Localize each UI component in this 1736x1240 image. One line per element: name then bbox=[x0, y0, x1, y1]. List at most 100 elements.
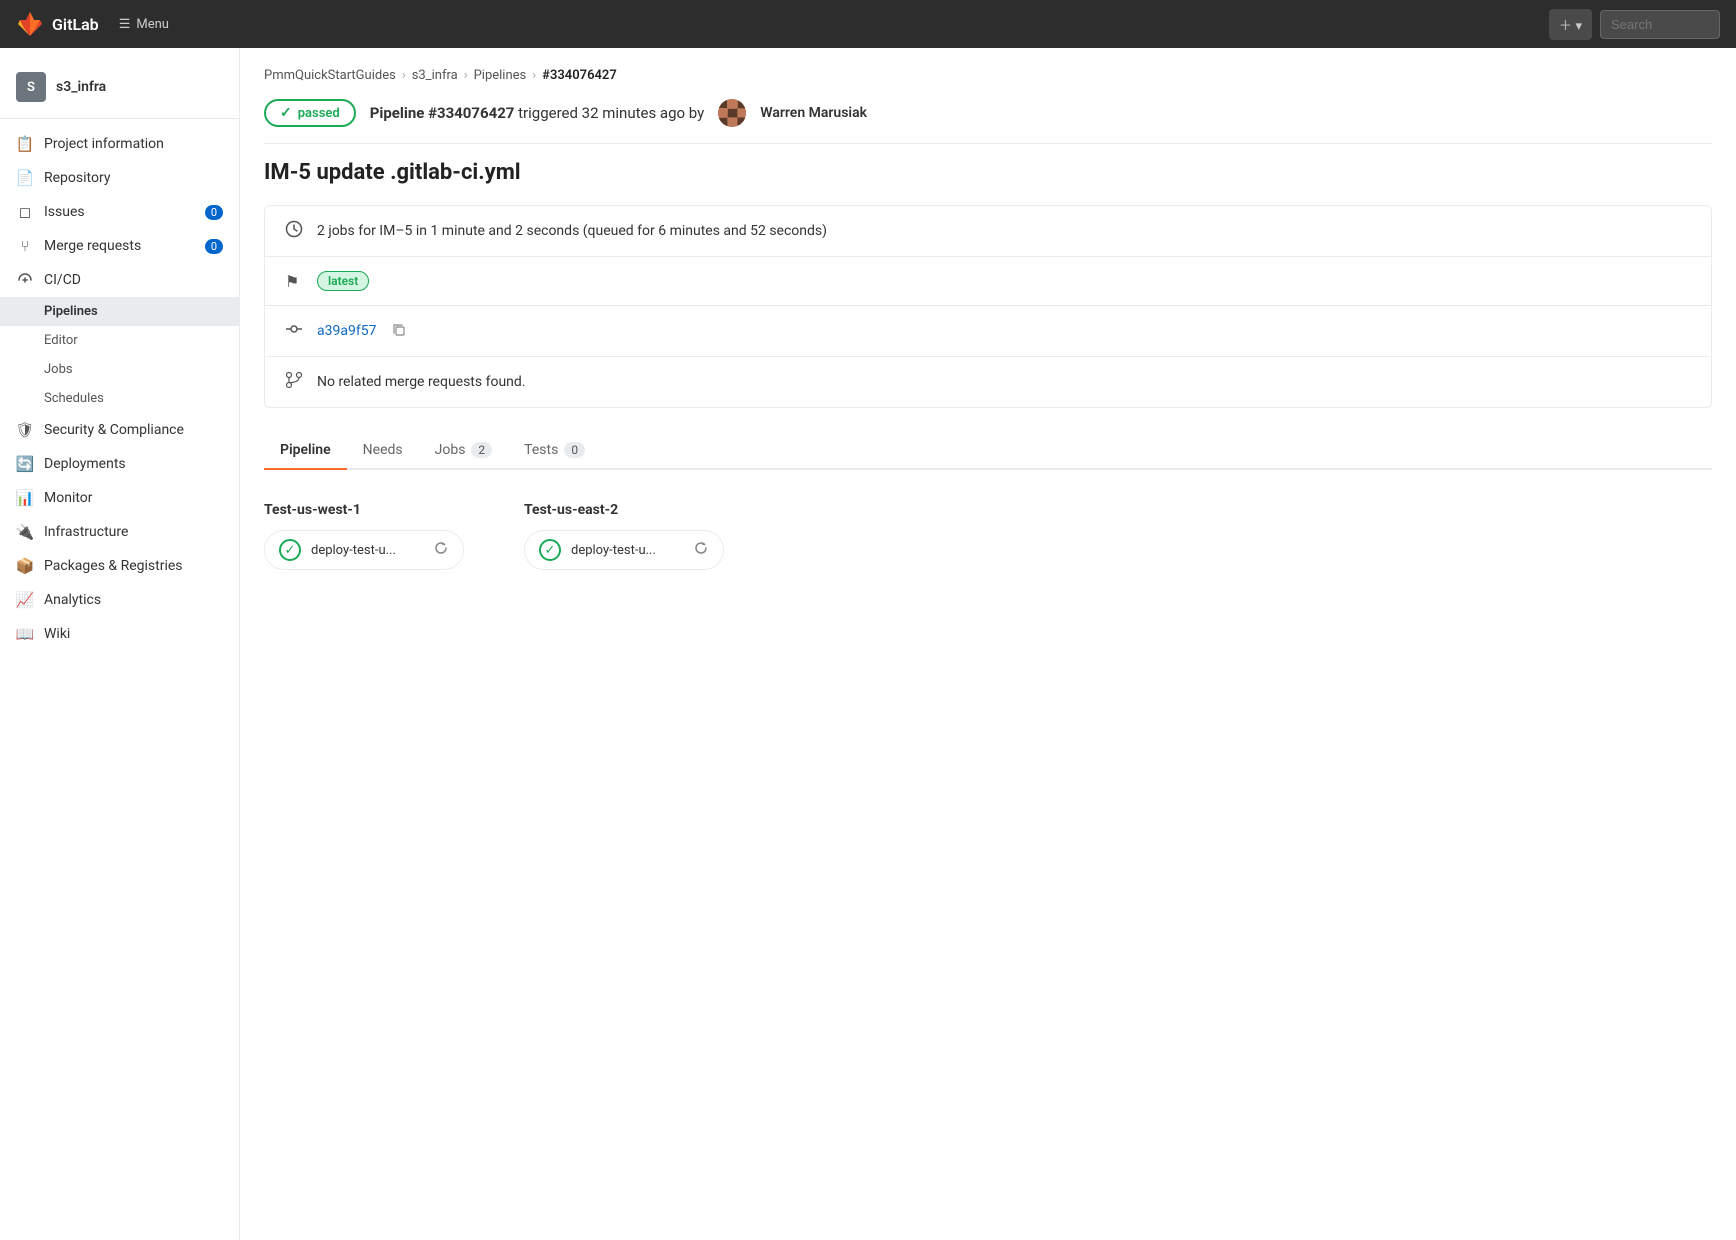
main-content: PmmQuickStartGuides › s3_infra › Pipelin… bbox=[240, 48, 1736, 1240]
project-info-icon: 📋 bbox=[16, 135, 34, 153]
sidebar-item-infrastructure[interactable]: 🔌 Infrastructure bbox=[0, 515, 239, 549]
pipelines-label: Pipelines bbox=[44, 304, 98, 319]
stage-test-us-east-2: Test-us-east-2 ✓ deploy-test-u... bbox=[524, 502, 724, 570]
security-compliance-icon: 🛡 bbox=[16, 421, 34, 439]
monitor-icon: 📊 bbox=[16, 489, 34, 507]
sidebar-item-wiki[interactable]: 📖 Wiki bbox=[0, 617, 239, 651]
trigger-user-name: Warren Marusiak bbox=[760, 105, 867, 121]
sidebar-item-repository[interactable]: 📄 Repository bbox=[0, 161, 239, 195]
flag-icon: ⚑ bbox=[285, 272, 305, 291]
sidebar-sub-item-jobs[interactable]: Jobs bbox=[0, 355, 239, 384]
sidebar-item-security-compliance[interactable]: 🛡 Security & Compliance bbox=[0, 413, 239, 447]
job-status-icon-west-1: ✓ bbox=[279, 539, 301, 561]
latest-badge: latest bbox=[317, 271, 369, 291]
menu-label: Menu bbox=[136, 17, 169, 32]
jobs-info-row: 2 jobs for IM–5 in 1 minute and 2 second… bbox=[265, 206, 1711, 257]
sidebar: S s3_infra 📋 Project information 📄 Repos… bbox=[0, 48, 240, 1240]
sidebar-item-label: Security & Compliance bbox=[44, 422, 184, 438]
copy-commit-hash-button[interactable] bbox=[392, 323, 406, 340]
breadcrumb-item-project[interactable]: s3_infra bbox=[412, 68, 458, 83]
deployments-icon: 🔄 bbox=[16, 455, 34, 473]
tab-needs[interactable]: Needs bbox=[347, 432, 419, 470]
gitlab-logo-icon bbox=[16, 10, 44, 38]
latest-badge-row: ⚑ latest bbox=[265, 257, 1711, 306]
issues-icon: ◻ bbox=[16, 203, 34, 221]
hamburger-icon: ☰ bbox=[119, 17, 131, 32]
no-mr-row: No related merge requests found. bbox=[265, 357, 1711, 407]
status-check-icon: ✓ bbox=[280, 105, 292, 121]
pipeline-id-bold: Pipeline #334076427 bbox=[370, 104, 515, 122]
breadcrumb-separator-3: › bbox=[532, 68, 536, 83]
sidebar-sub-item-editor[interactable]: Editor bbox=[0, 326, 239, 355]
sidebar-item-packages-registries[interactable]: 📦 Packages & Registries bbox=[0, 549, 239, 583]
job-card-east-1[interactable]: ✓ deploy-test-u... bbox=[524, 530, 724, 570]
sidebar-item-label: Wiki bbox=[44, 626, 70, 642]
tab-pipeline[interactable]: Pipeline bbox=[264, 432, 347, 470]
sidebar-item-label: CI/CD bbox=[44, 272, 81, 288]
breadcrumb-item-current: #334076427 bbox=[542, 68, 617, 83]
breadcrumb-separator-1: › bbox=[402, 68, 406, 83]
clock-icon bbox=[285, 220, 305, 242]
sidebar-item-label: Monitor bbox=[44, 490, 93, 506]
merge-request-icon bbox=[285, 371, 305, 393]
sidebar-item-issues[interactable]: ◻ Issues 0 bbox=[0, 195, 239, 229]
commit-hash-link[interactable]: a39a9f57 bbox=[317, 323, 376, 339]
merge-requests-count-badge: 0 bbox=[205, 239, 223, 254]
pipeline-stages: Test-us-west-1 ✓ deploy-test-u... Test-u… bbox=[264, 494, 1712, 578]
project-name-label: s3_infra bbox=[56, 79, 106, 95]
job-name-east-1: deploy-test-u... bbox=[571, 543, 683, 558]
new-item-button[interactable]: ＋ ▾ bbox=[1549, 9, 1592, 40]
pipeline-info-box: 2 jobs for IM–5 in 1 minute and 2 second… bbox=[264, 205, 1712, 408]
editor-label: Editor bbox=[44, 333, 78, 348]
sidebar-item-label: Infrastructure bbox=[44, 524, 128, 540]
packages-registries-icon: 📦 bbox=[16, 557, 34, 575]
project-avatar: S bbox=[16, 72, 46, 102]
sidebar-item-cicd[interactable]: CI/CD bbox=[0, 263, 239, 297]
sidebar-item-project-information[interactable]: 📋 Project information bbox=[0, 127, 239, 161]
sidebar-sub-item-schedules[interactable]: Schedules bbox=[0, 384, 239, 413]
job-refresh-button-east-1[interactable] bbox=[693, 540, 709, 560]
tab-jobs[interactable]: Jobs 2 bbox=[419, 432, 509, 470]
breadcrumb: PmmQuickStartGuides › s3_infra › Pipelin… bbox=[264, 68, 1712, 83]
job-status-icon-east-1: ✓ bbox=[539, 539, 561, 561]
breadcrumb-item-pipelines[interactable]: Pipelines bbox=[474, 68, 527, 83]
breadcrumb-item-org[interactable]: PmmQuickStartGuides bbox=[264, 68, 396, 83]
tests-count-badge: 0 bbox=[564, 442, 585, 458]
tab-jobs-label: Jobs bbox=[435, 442, 466, 458]
topnav-actions: ＋ ▾ bbox=[1549, 9, 1720, 40]
logo-area[interactable]: GitLab bbox=[16, 10, 99, 38]
merge-requests-icon: ⑂ bbox=[16, 237, 34, 255]
page-layout: S s3_infra 📋 Project information 📄 Repos… bbox=[0, 48, 1736, 1240]
global-search-input[interactable] bbox=[1600, 10, 1720, 39]
avatar-pixel-art bbox=[718, 99, 746, 127]
sidebar-item-label: Project information bbox=[44, 136, 164, 152]
sidebar-project-header[interactable]: S s3_infra bbox=[0, 64, 239, 119]
commit-hash-row: a39a9f57 bbox=[265, 306, 1711, 357]
sidebar-item-label: Analytics bbox=[44, 592, 101, 608]
pipeline-status-label: passed bbox=[298, 106, 340, 121]
sidebar-item-analytics[interactable]: 📈 Analytics bbox=[0, 583, 239, 617]
sidebar-item-merge-requests[interactable]: ⑂ Merge requests 0 bbox=[0, 229, 239, 263]
wiki-icon: 📖 bbox=[16, 625, 34, 643]
menu-button[interactable]: ☰ Menu bbox=[119, 17, 169, 32]
job-refresh-button-west-1[interactable] bbox=[433, 540, 449, 560]
top-navigation: GitLab ☰ Menu ＋ ▾ bbox=[0, 0, 1736, 48]
commit-icon bbox=[285, 320, 305, 342]
trigger-user-avatar bbox=[718, 99, 746, 127]
job-card-west-1[interactable]: ✓ deploy-test-u... bbox=[264, 530, 464, 570]
sidebar-sub-item-pipelines[interactable]: Pipelines bbox=[0, 297, 239, 326]
tab-tests[interactable]: Tests 0 bbox=[508, 432, 601, 470]
breadcrumb-separator-2: › bbox=[464, 68, 468, 83]
sidebar-item-monitor[interactable]: 📊 Monitor bbox=[0, 481, 239, 515]
stage-title-east: Test-us-east-2 bbox=[524, 502, 724, 518]
sidebar-item-label: Issues bbox=[44, 204, 85, 220]
tab-tests-label: Tests bbox=[524, 442, 558, 458]
stage-title-west: Test-us-west-1 bbox=[264, 502, 464, 518]
schedules-label: Schedules bbox=[44, 391, 104, 406]
pipeline-status-badge: ✓ passed bbox=[264, 99, 356, 127]
sidebar-item-label: Deployments bbox=[44, 456, 126, 472]
no-mr-text: No related merge requests found. bbox=[317, 374, 525, 390]
sidebar-item-deployments[interactable]: 🔄 Deployments bbox=[0, 447, 239, 481]
job-name-west-1: deploy-test-u... bbox=[311, 543, 423, 558]
repository-icon: 📄 bbox=[16, 169, 34, 187]
